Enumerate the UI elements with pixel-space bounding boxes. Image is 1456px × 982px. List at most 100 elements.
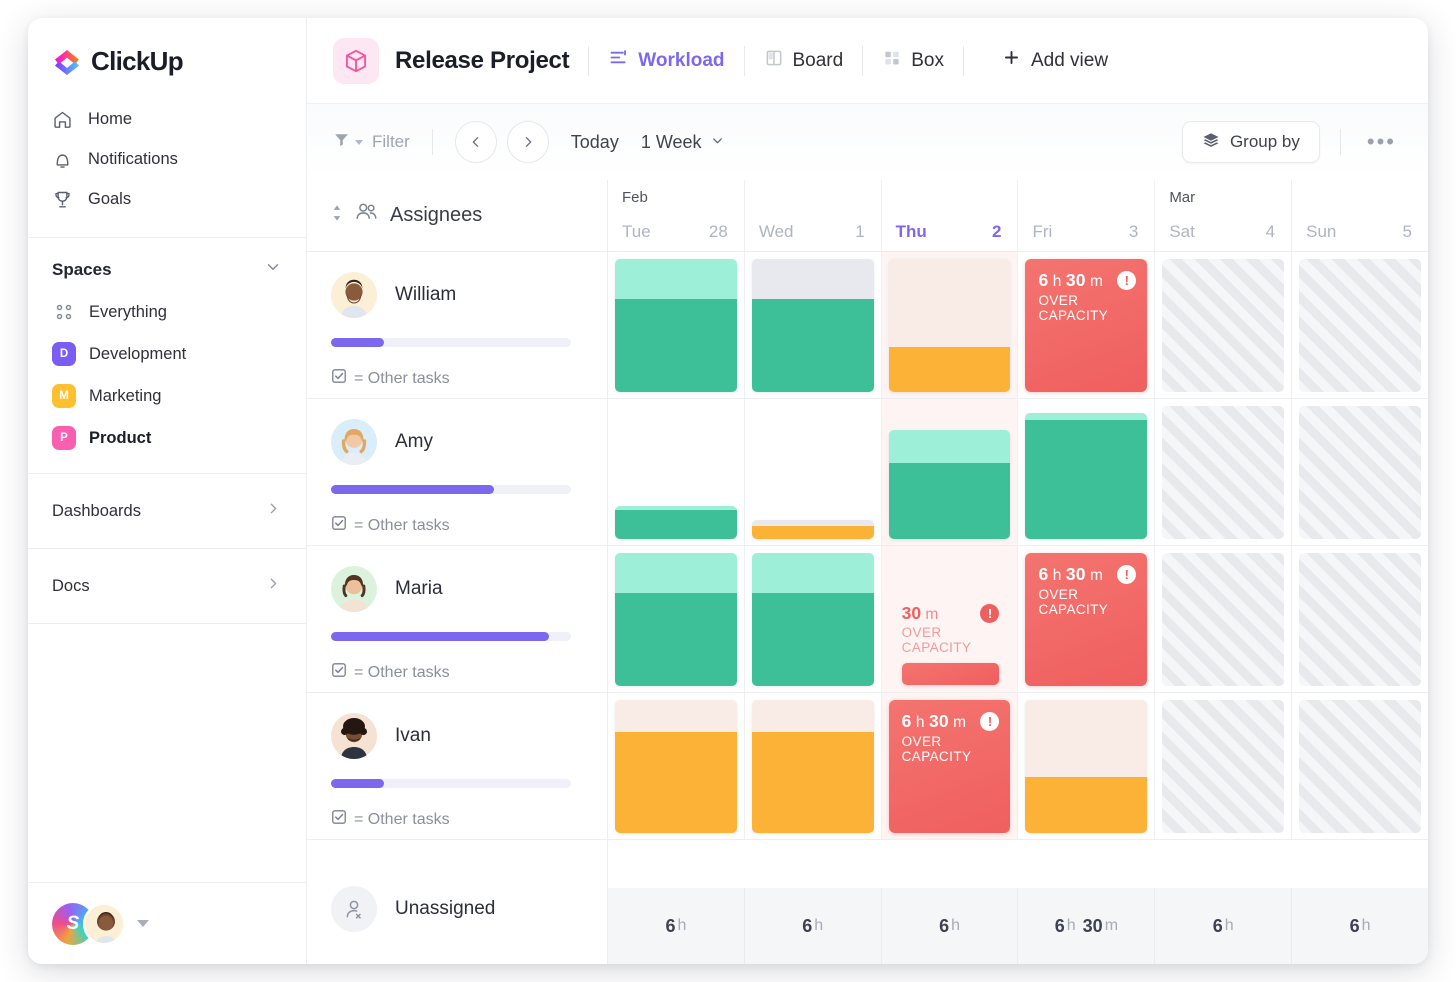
workload-bar[interactable] <box>888 259 1011 392</box>
assignee-name: Ivan <box>395 725 431 746</box>
space-item-marketing[interactable]: M Marketing <box>40 375 294 417</box>
workload-cell[interactable] <box>1155 252 1293 398</box>
over-capacity-time: 30 m <box>901 603 939 623</box>
sidebar-item-dashboards[interactable]: Dashboards <box>28 488 306 534</box>
workload-bar[interactable] <box>615 700 737 833</box>
workload-bar[interactable] <box>615 553 737 686</box>
avatar[interactable] <box>331 419 377 465</box>
brand-name: ClickUp <box>91 46 184 76</box>
assignee-row-william[interactable]: William = Other tasks <box>307 252 607 399</box>
chevron-down-icon[interactable] <box>137 920 149 927</box>
over-capacity-card-light[interactable]: 30 m! OVER CAPACITY <box>889 553 1011 686</box>
workload-bar[interactable] <box>751 700 874 833</box>
today-button[interactable]: Today <box>571 132 619 153</box>
board-icon <box>764 48 784 74</box>
workload-cell[interactable] <box>745 546 882 692</box>
summary-hours: 6 <box>802 915 813 936</box>
workload-cell[interactable] <box>608 399 745 545</box>
workload-cell[interactable] <box>1155 546 1293 692</box>
workload-bar-segment <box>615 510 737 539</box>
workload-bar[interactable] <box>1025 412 1148 539</box>
avatar[interactable] <box>83 902 125 945</box>
group-by-button[interactable]: Group by <box>1181 121 1320 163</box>
nav-item-home[interactable]: Home <box>40 99 294 139</box>
day-number: 28 <box>708 222 728 241</box>
workload-bar[interactable] <box>1025 700 1148 833</box>
date-cell-sat[interactable]: Mar Sat 4 <box>1155 180 1293 251</box>
workload-cell[interactable] <box>1018 693 1156 839</box>
assignee-row-unassigned[interactable]: Unassigned <box>307 864 607 964</box>
workload-cell[interactable] <box>608 252 745 398</box>
add-view-button[interactable]: Add view <box>1002 48 1108 73</box>
brand-logo[interactable]: ClickUp <box>28 18 306 77</box>
workload-cell[interactable] <box>745 399 882 545</box>
more-options-button[interactable]: ••• <box>1361 129 1402 155</box>
date-cell-wed[interactable]: Wed 1 <box>745 180 882 251</box>
workload-bar[interactable] <box>615 505 737 539</box>
workload-cell[interactable] <box>881 399 1019 545</box>
assignee-row-ivan[interactable]: Ivan = Other tasks <box>307 693 607 840</box>
tab-board[interactable]: Board <box>764 48 843 74</box>
date-cell-tue[interactable]: Feb Tue 28 <box>608 180 745 251</box>
workload-cell[interactable] <box>1292 399 1428 545</box>
bell-icon <box>52 149 73 170</box>
over-capacity-card[interactable]: 6 h 30 m! OVER CAPACITY <box>1025 259 1148 392</box>
assignee-row-amy[interactable]: Amy = Other tasks <box>307 399 607 546</box>
workload-cell[interactable]: 6 h 30 m! OVER CAPACITY <box>881 693 1019 839</box>
workload-cell[interactable]: 6 h 30 m! OVER CAPACITY <box>1018 252 1156 398</box>
workload-bar-segment <box>751 731 874 833</box>
prev-period-button[interactable] <box>454 121 497 163</box>
unassigned-user-icon <box>331 886 377 932</box>
avatar[interactable] <box>331 272 377 318</box>
sort-icon[interactable] <box>331 204 343 228</box>
tab-workload[interactable]: Workload <box>608 47 725 74</box>
workload-cell[interactable] <box>1292 693 1428 839</box>
workload-cell[interactable] <box>745 693 882 839</box>
account-switcher[interactable]: S <box>28 882 306 964</box>
workload-cell[interactable] <box>1292 252 1428 398</box>
workload-cell[interactable] <box>608 693 745 839</box>
workload-cell[interactable] <box>881 252 1019 398</box>
space-item-everything[interactable]: Everything <box>40 291 294 333</box>
workload-cell[interactable] <box>1155 693 1293 839</box>
workload-cell[interactable] <box>1018 399 1156 545</box>
assignee-rows: William = Other tasks Amy = Other tasks … <box>307 252 607 864</box>
avatar[interactable] <box>331 713 377 759</box>
workload-cell[interactable] <box>608 546 745 692</box>
workload-cell[interactable]: 6 h 30 m! OVER CAPACITY <box>1018 546 1156 692</box>
space-item-development[interactable]: D Development <box>40 333 294 375</box>
workload-cell[interactable]: 30 m! OVER CAPACITY <box>881 546 1019 692</box>
date-cell-fri[interactable]: Fri 3 <box>1018 180 1156 251</box>
space-chip-development: D <box>52 342 76 366</box>
assignee-row-maria[interactable]: Maria = Other tasks <box>307 546 607 693</box>
over-capacity-card[interactable]: 6 h 30 m! OVER CAPACITY <box>888 700 1011 833</box>
range-selector[interactable]: 1 Week <box>641 132 725 153</box>
workload-cell[interactable] <box>1155 399 1293 545</box>
grid-dots-icon <box>52 300 76 324</box>
workload-bar[interactable] <box>751 553 874 686</box>
assignees-header[interactable]: Assignees <box>307 180 607 252</box>
date-cell-sun[interactable]: Sun 5 <box>1292 180 1428 251</box>
workload-bar[interactable] <box>615 259 737 392</box>
workload-cell[interactable] <box>1292 546 1428 692</box>
workload-cell[interactable] <box>745 252 882 398</box>
workload-bar[interactable] <box>751 520 874 539</box>
space-item-product[interactable]: P Product <box>40 417 294 459</box>
workload-bar[interactable] <box>751 259 874 392</box>
filter-button[interactable]: Filter <box>333 131 410 153</box>
workload-toolbar: Filter Today 1 Week Group by ••• <box>307 104 1428 180</box>
summary-hours-unit: h <box>1066 917 1076 934</box>
workload-bar[interactable] <box>888 429 1011 539</box>
over-capacity-card[interactable]: 6 h 30 m! OVER CAPACITY <box>1025 553 1148 686</box>
nav-item-goals[interactable]: Goals <box>40 179 294 219</box>
chevron-down-icon[interactable] <box>264 258 282 281</box>
spaces-header[interactable]: Spaces <box>28 238 306 285</box>
nav-item-notifications[interactable]: Notifications <box>40 139 294 179</box>
workload-bar-segment <box>888 259 1011 347</box>
next-period-button[interactable] <box>506 121 549 163</box>
workload-row: 30 m! OVER CAPACITY 6 h 30 m! OVER CAPACITY <box>608 546 1428 693</box>
sidebar-item-docs[interactable]: Docs <box>28 563 306 609</box>
tab-box[interactable]: Box <box>882 48 944 74</box>
avatar[interactable] <box>331 566 377 612</box>
date-cell-thu[interactable]: Thu 2 <box>882 180 1019 251</box>
